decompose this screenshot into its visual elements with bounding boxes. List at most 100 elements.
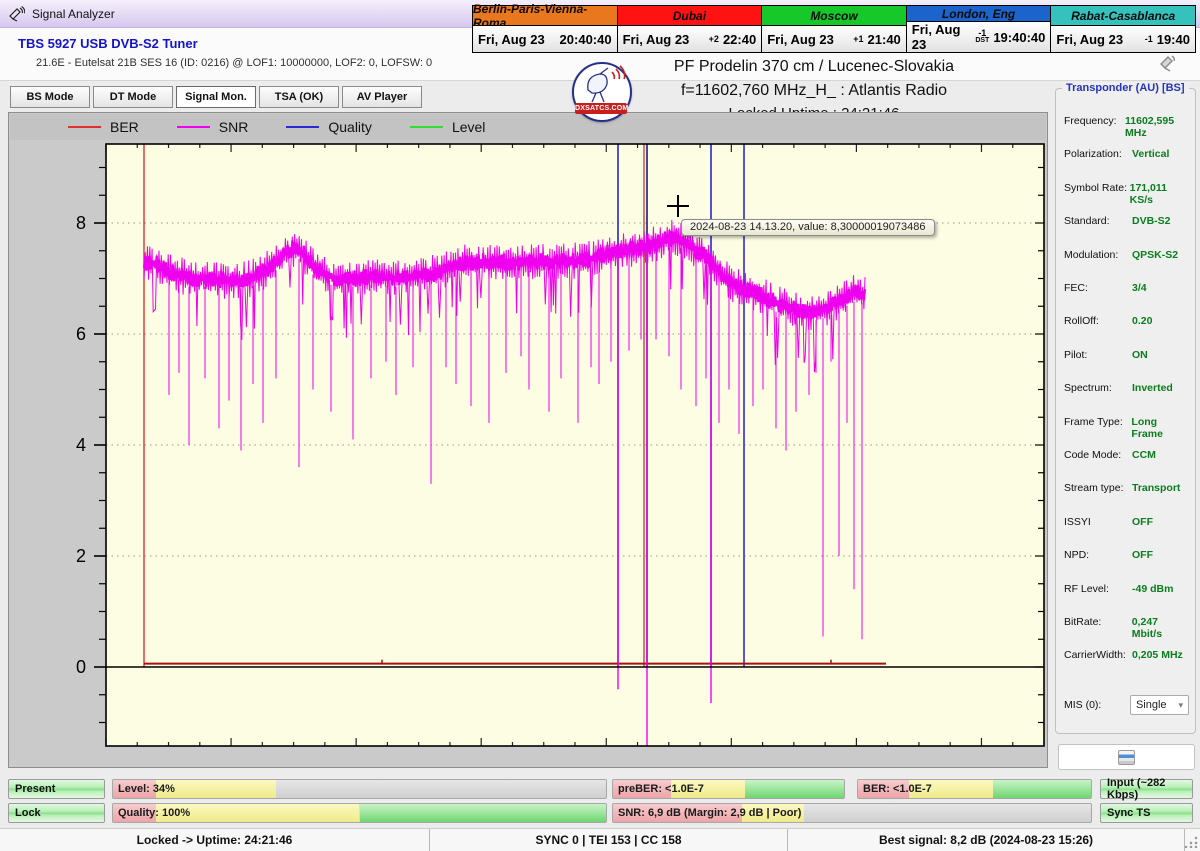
bar-label: Quality: 100% [118,804,190,822]
transponder-label: RollOff: [1064,315,1132,329]
transponder-value: ON [1132,349,1148,363]
transponder-value: 3/4 [1132,282,1147,296]
transponder-row: NPD:OFF [1064,549,1191,563]
transponder-panel-title: Transponder (AU) [BS] [1062,82,1189,94]
clock-date: Fri, Aug 23 [767,32,853,47]
mis-dropdown[interactable]: Single ▾ [1130,695,1189,715]
clock-time: 22:40 [723,32,756,47]
tuner-details: 21.6E - Eutelsat 21B SES 16 (ID: 0216) @… [36,57,432,69]
status-box-sync-ts: Sync TS [1100,803,1193,823]
transponder-value: OFF [1132,516,1153,530]
app-satellite-icon [8,6,25,22]
bar-segment-green [745,780,844,798]
clock-column: MoscowFri, Aug 23+121:40 [762,6,907,52]
transponder-label: RF Level: [1064,583,1132,597]
transponder-row: Pilot:ON [1064,349,1191,363]
transponder-value: 171,011 KS/s [1130,182,1191,196]
tuner-name: TBS 5927 USB DVB-S2 Tuner [18,36,198,51]
transponder-panel: Transponder (AU) [BS] MIS (0): Single ▾ … [1055,88,1196,734]
transponder-row: RollOff:0.20 [1064,315,1191,329]
chart-tooltip: 2024-08-23 14.13.20, value: 8,3000001907… [681,219,935,236]
tab-tsa-ok-[interactable]: TSA (OK) [259,86,339,108]
transponder-row: Standard:DVB-S2 [1064,215,1191,229]
transponder-value: OFF [1132,549,1153,563]
status-bar: Locked -> Uptime: 24:21:46SYNC 0 | TEI 1… [0,828,1200,851]
clock-time-row: Fri, Aug 23-1 19:40 [1051,26,1195,52]
transponder-label: Polarization: [1064,148,1132,162]
bar-segment-green [360,804,607,822]
transponder-row: Symbol Rate:171,011 KS/s [1064,182,1191,196]
log-list-icon [1118,750,1135,765]
dxsatcs-logo: DXSATCS.COM [572,62,632,122]
satellite-icon [1158,54,1178,72]
clock-city-label: Berlin-Paris-Vienna-Roma [473,6,617,26]
transponder-row: Code Mode:CCM [1064,449,1191,463]
clock-date: Fri, Aug 23 [912,22,976,52]
transponder-label: Modulation: [1064,249,1132,263]
transponder-value: Inverted [1132,382,1173,396]
bar-segment-gray [804,804,1091,822]
resize-grip[interactable] [1185,835,1198,848]
mis-label: MIS (0): [1064,699,1128,711]
transponder-value: QPSK-S2 [1132,249,1178,263]
tab-bs-mode[interactable]: BS Mode [10,86,90,108]
clock-utc-offset: -1 [1145,35,1153,43]
y-axis-label: 2 [76,546,86,566]
bar-segment-gray [276,780,606,798]
signal-chart-panel[interactable]: BERSNRQualityLevel 02468 2024-08-23 14.1… [8,112,1048,768]
frequency-title: f=11602,760 MHz_H_ : Atlantis Radio [614,82,1014,100]
status-box-present: Present [8,779,105,799]
transponder-row: BitRate:0,247 Mbit/s [1064,616,1191,630]
clock-date: Fri, Aug 23 [478,32,560,47]
transponder-row: Spectrum:Inverted [1064,382,1191,396]
clock-time: 21:40 [868,32,901,47]
clock-date: Fri, Aug 23 [623,32,709,47]
clock-time: 19:40 [1157,32,1190,47]
transponder-row: Stream type:Transport [1064,482,1191,496]
site-title: PF Prodelin 370 cm / Lucenec-Slovakia [614,58,1014,76]
transponder-row: Frequency:11602,595 MHz [1064,115,1191,129]
tab-av-player[interactable]: AV Player [342,86,422,108]
bar-label: preBER: <1.0E-7 [618,780,704,798]
progress-bar-snr: SNR: 6,9 dB (Margin: 2,9 dB | Poor) [612,803,1092,823]
clock-city-label: Dubai [618,6,762,26]
clock-utc-offset: +1 [853,35,863,43]
transponder-label: CarrierWidth: [1064,649,1132,663]
clock-date: Fri, Aug 23 [1056,32,1144,47]
transponder-label: Standard: [1064,215,1132,229]
clock-city-label: London, Eng [907,6,1051,22]
status-box-lock: Lock [8,803,105,823]
window-title: Signal Analyzer [32,7,115,21]
bar-label: BER: <1.0E-7 [863,780,932,798]
clock-time-row: Fri, Aug 2320:40:40 [473,26,617,52]
clock-time-row: Fri, Aug 23+222:40 [618,26,762,52]
mis-row: MIS (0): Single ▾ [1064,695,1189,715]
transponder-value: DVB-S2 [1132,215,1171,229]
transponder-label: Symbol Rate: [1064,182,1130,196]
statusbar-section: Best signal: 8,2 dB (2024-08-23 15:26) [788,829,1185,851]
progress-bar-preber: preBER: <1.0E-7 [612,779,845,799]
progress-bar-level: Level: 34% [112,779,607,799]
transponder-label: Frame Type: [1064,416,1131,430]
transponder-row: Modulation:QPSK-S2 [1064,249,1191,263]
tab-signal-mon-[interactable]: Signal Mon. [176,86,256,108]
clock-column: Rabat-Casablanca Fri, Aug 23-1 19:40 [1051,6,1195,52]
mode-tabs: BS ModeDT ModeSignal Mon.TSA (OK)AV Play… [10,86,422,108]
log-button[interactable] [1058,744,1195,770]
y-axis-label: 8 [76,213,86,233]
transponder-value: -49 dBm [1132,583,1173,597]
mis-selected-value: Single [1136,699,1167,711]
statusbar-section: Locked -> Uptime: 24:21:46 [0,829,430,851]
y-axis-label: 6 [76,324,86,344]
transponder-value: 0,247 Mbit/s [1132,616,1191,630]
transponder-row: Frame Type:Long Frame [1064,416,1191,430]
tab-dt-mode[interactable]: DT Mode [93,86,173,108]
clock-city-label: Rabat-Casablanca [1051,6,1195,26]
transponder-label: Pilot: [1064,349,1132,363]
transponder-value: Vertical [1132,148,1169,162]
clock-column: DubaiFri, Aug 23+222:40 [618,6,763,52]
transponder-value: Transport [1132,482,1180,496]
transponder-label: Spectrum: [1064,382,1132,396]
clock-time: 20:40:40 [560,32,612,47]
signal-trend-plot[interactable]: 02468 [9,113,1049,769]
